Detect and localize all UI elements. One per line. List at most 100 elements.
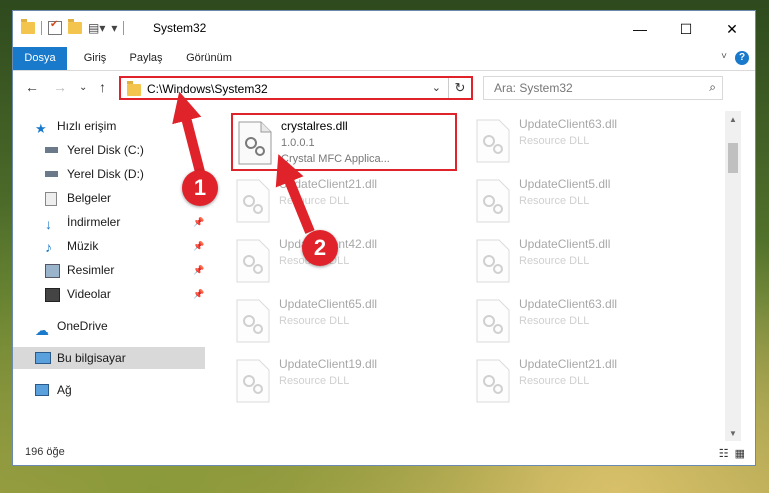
sidebar-item-quick-access[interactable]: ★ Hızlı erişim (13, 115, 205, 137)
search-box[interactable]: Ara: System32 ⌕ (483, 76, 723, 100)
file-item[interactable]: UpdateClient21.dll Resource DLL (471, 353, 697, 411)
file-item[interactable]: UpdateClient65.dll Resource DLL (231, 293, 457, 351)
address-path[interactable]: C:\Windows\System32 (147, 82, 268, 96)
expand-ribbon-icon[interactable]: ˅ (721, 51, 727, 62)
search-placeholder[interactable]: Ara: System32 (494, 81, 573, 95)
dll-file-icon (476, 119, 510, 163)
up-arrow-icon[interactable]: ↑ (99, 79, 106, 95)
ribbon-tabs: Dosya Giriş Paylaş Görünüm ˅ ? (13, 47, 755, 71)
sidebar-item-label: Belgeler (67, 191, 112, 205)
step-marker-1: 1 (182, 170, 218, 206)
layout-icon[interactable]: ▤▾ (88, 21, 105, 35)
sidebar-item-pictures[interactable]: Resimler 📌 (13, 259, 205, 281)
properties-check-icon[interactable] (48, 19, 62, 35)
sidebar-item-videos[interactable]: Videolar 📌 (13, 283, 205, 305)
customize-toolbar-icon[interactable]: ▾ (111, 21, 117, 35)
computer-icon (35, 352, 51, 364)
file-name: UpdateClient21.dll (519, 357, 618, 371)
sidebar-item-network[interactable]: Ağ (13, 379, 205, 401)
sidebar-item-label: İndirmeler (67, 215, 121, 229)
file-item[interactable]: UpdateClient21.dll Resource DLL (231, 173, 457, 231)
refresh-icon[interactable]: ↻ (448, 78, 471, 98)
network-icon (35, 384, 49, 396)
scrollbar-thumb[interactable] (728, 143, 738, 173)
dll-file-icon (236, 299, 270, 343)
file-item[interactable]: UpdateClient63.dll Resource DLL (471, 113, 697, 171)
minimize-button[interactable]: — (617, 11, 663, 47)
sidebar-item-label: Videolar (67, 287, 111, 301)
file-item[interactable]: UpdateClient5.dll Resource DLL (471, 173, 697, 231)
dll-file-icon (476, 179, 510, 223)
navigation-bar: ← → ⌄ ↑ C:\Windows\System32 ⌄ ↻ Ara: Sys… (13, 71, 755, 105)
file-list: crystalres.dll 1.0.0.1 Crystal MFC Appli… (223, 111, 723, 433)
sidebar-item-onedrive[interactable]: ☁ OneDrive (13, 315, 205, 338)
file-description: Resource DLL (279, 195, 350, 207)
back-arrow-icon[interactable]: ← (25, 79, 39, 95)
scroll-down-icon[interactable]: ▼ (729, 429, 737, 438)
download-icon: ↓ (45, 216, 52, 232)
tab-dosya[interactable]: Dosya (13, 47, 67, 70)
file-item[interactable]: UpdateClient19.dll Resource DLL (231, 353, 457, 411)
sidebar-item-label: Yerel Disk (C:) (67, 143, 144, 157)
file-description: Resource DLL (279, 375, 350, 387)
folder-icon (21, 19, 35, 34)
file-description: Resource DLL (519, 255, 590, 267)
pin-icon[interactable]: 📌 (193, 259, 204, 281)
pin-icon[interactable]: 📌 (193, 211, 204, 233)
item-count: 196 öğe (25, 446, 65, 458)
folder-icon (127, 81, 141, 96)
file-name: UpdateClient65.dll (279, 297, 378, 311)
pictures-icon (45, 264, 60, 278)
star-icon: ★ (35, 121, 47, 136)
large-icons-view-icon[interactable]: ▦ (735, 447, 745, 460)
address-bar[interactable]: C:\Windows\System32 ⌄ ↻ (119, 76, 473, 100)
vertical-scrollbar[interactable]: ▲ ▼ (725, 111, 741, 441)
pin-icon[interactable]: 📌 (193, 283, 204, 305)
file-version: 1.0.0.1 (281, 137, 315, 149)
tab-gorunum[interactable]: Görünüm (181, 47, 237, 70)
title-bar: ▤▾ ▾ System32 — ☐ ✕ (13, 11, 755, 47)
file-name: UpdateClient5.dll (519, 237, 611, 251)
drive-icon (45, 147, 58, 153)
file-name: UpdateClient63.dll (519, 297, 618, 311)
file-description: Resource DLL (519, 195, 590, 207)
sidebar-item-local-disk-d[interactable]: Yerel Disk (D:) (13, 163, 205, 185)
scroll-up-icon[interactable]: ▲ (729, 115, 737, 124)
sidebar-item-music[interactable]: ♪ Müzik 📌 (13, 235, 205, 257)
chevron-down-icon[interactable]: ⌄ (432, 81, 441, 94)
tab-paylas[interactable]: Paylaş (123, 47, 169, 70)
new-folder-icon[interactable] (68, 19, 82, 34)
status-bar: 196 öğe ☷ ▦ (13, 443, 755, 465)
file-item[interactable]: UpdateClient42.dll Resource DLL (231, 233, 457, 291)
sidebar-item-downloads[interactable]: ↓ İndirmeler 📌 (13, 211, 205, 233)
maximize-button[interactable]: ☐ (663, 11, 709, 47)
window-title: System32 (153, 21, 207, 35)
help-icon[interactable]: ? (735, 51, 749, 65)
navigation-pane: ★ Hızlı erişim Yerel Disk (C:) Yerel Dis… (13, 111, 205, 433)
step-marker-2: 2 (302, 230, 338, 266)
file-description: Resource DLL (279, 315, 350, 327)
sidebar-item-label: Bu bilgisayar (57, 351, 126, 365)
file-name: UpdateClient21.dll (279, 177, 378, 191)
pin-icon[interactable]: 📌 (193, 235, 204, 257)
file-name: UpdateClient19.dll (279, 357, 378, 371)
details-view-icon[interactable]: ☷ (719, 447, 729, 460)
forward-arrow-icon[interactable]: → (53, 79, 67, 95)
sidebar-item-local-disk-c[interactable]: Yerel Disk (C:) (13, 139, 205, 161)
recent-locations-chevron-icon[interactable]: ⌄ (79, 82, 87, 93)
close-button[interactable]: ✕ (709, 11, 755, 47)
cloud-icon: ☁ (35, 322, 49, 338)
sidebar-item-label: Resimler (67, 263, 115, 277)
search-icon[interactable]: ⌕ (709, 80, 716, 95)
sidebar-item-this-pc[interactable]: Bu bilgisayar (13, 347, 205, 369)
dll-file-icon (236, 239, 270, 283)
sidebar-item-label: Yerel Disk (D:) (67, 167, 144, 181)
drive-icon (45, 171, 58, 177)
file-item[interactable]: UpdateClient63.dll Resource DLL (471, 293, 697, 351)
file-item-crystalres[interactable]: crystalres.dll 1.0.0.1 Crystal MFC Appli… (231, 113, 457, 171)
file-item[interactable]: UpdateClient5.dll Resource DLL (471, 233, 697, 291)
file-name: crystalres.dll (281, 119, 348, 133)
tab-giris[interactable]: Giriş (75, 47, 115, 70)
dll-file-icon (476, 359, 510, 403)
sidebar-item-documents[interactable]: Belgeler (13, 187, 205, 209)
